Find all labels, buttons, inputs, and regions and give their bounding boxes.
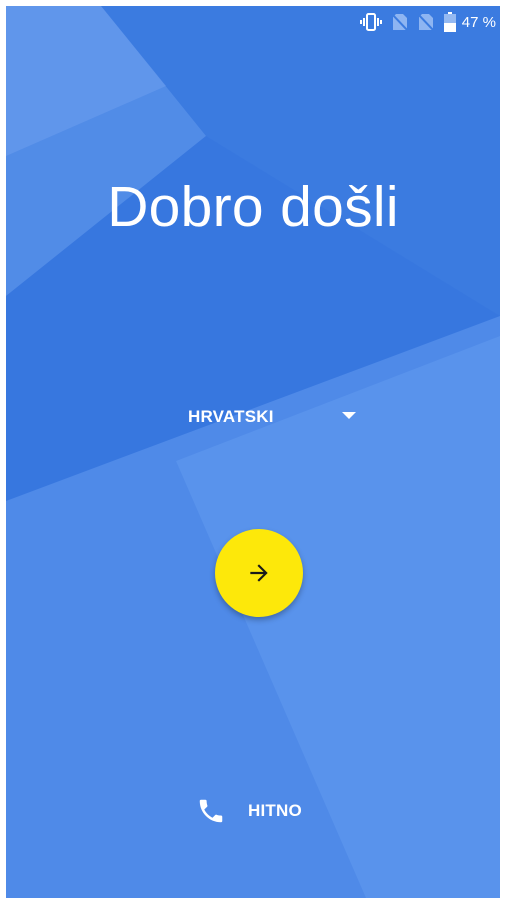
next-button[interactable] [215,529,303,617]
language-selected-label: HRVATSKI [188,407,274,426]
status-bar: 47 % [6,6,500,38]
phone-icon [199,799,223,823]
no-sim-icon [417,12,434,32]
emergency-label: HITNO [248,801,302,820]
battery-icon [443,12,456,32]
emergency-call-button[interactable]: HITNO [196,791,302,831]
battery-percent: 47 % [461,13,496,31]
language-selector[interactable]: HRVATSKI [176,400,366,434]
setup-wizard-screen: 47 % Dobro došli HRVATSKI HITNO [6,6,500,898]
dropdown-arrow-icon [342,412,356,419]
no-sim-icon [391,12,408,32]
background-shapes [6,6,500,898]
arrow-right-icon [250,564,268,582]
welcome-title: Dobro došli [107,175,399,239]
vibrate-icon [359,12,382,32]
